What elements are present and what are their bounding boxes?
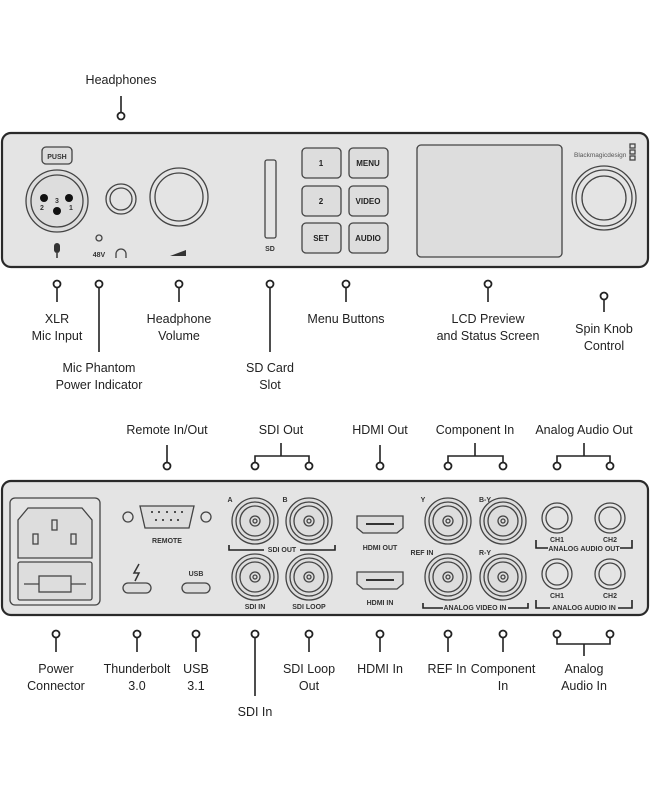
in-ch2-label: CH2: [603, 593, 617, 600]
front-panel: PUSH 2 3 1 48V SD 1 MENU 2 VIDEO SET AUD…: [0, 131, 650, 269]
power-connector[interactable]: [9, 497, 101, 606]
pin-2: 2: [40, 205, 44, 212]
bnc-sdi-loop[interactable]: [285, 553, 333, 601]
marker-sd: [265, 279, 275, 289]
button-menu-label: MENU: [356, 159, 380, 168]
hdmi-out-label: HDMI OUT: [363, 545, 398, 552]
bnc-sdi-out-a[interactable]: [231, 497, 279, 545]
label-component-1: Component: [471, 662, 536, 676]
button-set-label: SET: [313, 234, 329, 243]
usb-port[interactable]: [181, 582, 211, 594]
label-ref-in-callout: REF In: [428, 662, 467, 676]
label-ref-in: REF IN: [411, 550, 434, 557]
bnc-ref-in[interactable]: [424, 553, 472, 601]
label-thunderbolt-1: Thunderbolt: [104, 662, 171, 676]
label-sdi-out: SDI Out: [259, 423, 304, 437]
label-phantom-2: Power Indicator: [56, 378, 143, 392]
device-diagram: Headphones XLR Mic Input Mic Phantom Pow…: [0, 73, 650, 719]
label-sd-1: SD Card: [246, 361, 294, 375]
label-knob-2: Control: [584, 339, 624, 353]
hdmi-out-port[interactable]: [356, 515, 404, 534]
label-sd-2: Slot: [259, 378, 281, 392]
button-2-label: 2: [319, 197, 324, 206]
usb-label: USB: [189, 571, 204, 578]
marker-xlr: [52, 279, 62, 289]
label-hdmi-out: HDMI Out: [352, 423, 408, 437]
back-panel: REMOTE USB A B SDI OUT SDI IN SDI LOOP H…: [0, 479, 650, 617]
bnc-component-b-y[interactable]: [479, 497, 527, 545]
analog-video-in-label: ANALOG VIDEO IN: [443, 605, 506, 612]
label-b: B: [282, 497, 287, 504]
label-component-in: Component In: [436, 423, 515, 437]
label-headphones: Headphones: [86, 73, 157, 87]
analog-audio-out-label: ANALOG AUDIO OUT: [548, 546, 620, 553]
label-sdi-in: SDI In: [238, 705, 273, 719]
hdmi-in-label: HDMI IN: [367, 600, 394, 607]
label-a: A: [227, 497, 232, 504]
back-top-callouts: Remote In/Out SDI Out HDMI Out Component…: [126, 423, 633, 471]
thunderbolt-port[interactable]: [122, 582, 152, 594]
label-volume-1: Headphone: [147, 312, 212, 326]
marker-headphones: [116, 111, 126, 121]
button-video-label: VIDEO: [356, 197, 381, 206]
label-menu: Menu Buttons: [307, 312, 384, 326]
out-ch1-label: CH1: [550, 537, 564, 544]
marker-knob: [599, 291, 609, 301]
label-lcd-1: LCD Preview: [452, 312, 526, 326]
bnc-sdi-out-b[interactable]: [285, 497, 333, 545]
label-usb-1: USB: [183, 662, 209, 676]
marker-menu: [341, 279, 351, 289]
label-volume-2: Volume: [158, 329, 200, 343]
marker-phantom: [94, 279, 104, 289]
label-remote: Remote In/Out: [126, 423, 208, 437]
push-label: PUSH: [47, 154, 66, 161]
label-power-1: Power: [38, 662, 73, 676]
label-power-2: Connector: [27, 679, 85, 693]
analog-audio-in-label: ANALOG AUDIO IN: [552, 605, 616, 612]
button-audio-label: AUDIO: [355, 234, 381, 243]
label-analog-out: Analog Audio Out: [535, 423, 633, 437]
lcd-screen: [416, 144, 563, 258]
sdi-in-label: SDI IN: [245, 604, 266, 611]
label-xlr-2: Mic Input: [32, 329, 83, 343]
label-thunderbolt-2: 3.0: [128, 679, 145, 693]
marker-lcd: [483, 279, 493, 289]
label-sdi-loop-1: SDI Loop: [283, 662, 335, 676]
label-phantom-1: Mic Phantom: [63, 361, 136, 375]
sd-label: SD: [265, 246, 275, 253]
bnc-component-y[interactable]: [424, 497, 472, 545]
in-ch1-label: CH1: [550, 593, 564, 600]
marker-volume: [174, 279, 184, 289]
button-1-label: 1: [319, 159, 324, 168]
hdmi-in-port[interactable]: [356, 571, 404, 590]
pin-1: 1: [69, 205, 73, 212]
sdi-loop-label: SDI LOOP: [292, 604, 326, 611]
label-analog-in-2: Audio In: [561, 679, 607, 693]
label-r-y: R-Y: [479, 550, 491, 557]
bnc-component-r-y[interactable]: [479, 553, 527, 601]
label-lcd-2: and Status Screen: [437, 329, 540, 343]
label-sdi-loop-2: Out: [299, 679, 320, 693]
logo: Blackmagicdesign: [574, 152, 627, 159]
label-y: Y: [421, 497, 426, 504]
bnc-sdi-in[interactable]: [231, 553, 279, 601]
label-knob-1: Spin Knob: [575, 322, 633, 336]
label-component-2: In: [498, 679, 508, 693]
back-bottom-callouts: Power Connector Thunderbolt 3.0 USB 3.1 …: [27, 629, 615, 719]
label-b-y: B-Y: [479, 497, 491, 504]
pin-3: 3: [55, 198, 59, 205]
out-ch2-label: CH2: [603, 537, 617, 544]
phantom-label: 48V: [93, 252, 106, 259]
label-analog-in-1: Analog: [565, 662, 604, 676]
label-usb-2: 3.1: [187, 679, 204, 693]
sdi-out-label: SDI OUT: [268, 547, 297, 554]
label-xlr-1: XLR: [45, 312, 69, 326]
label-hdmi-in: HDMI In: [357, 662, 403, 676]
remote-label: REMOTE: [152, 538, 182, 545]
